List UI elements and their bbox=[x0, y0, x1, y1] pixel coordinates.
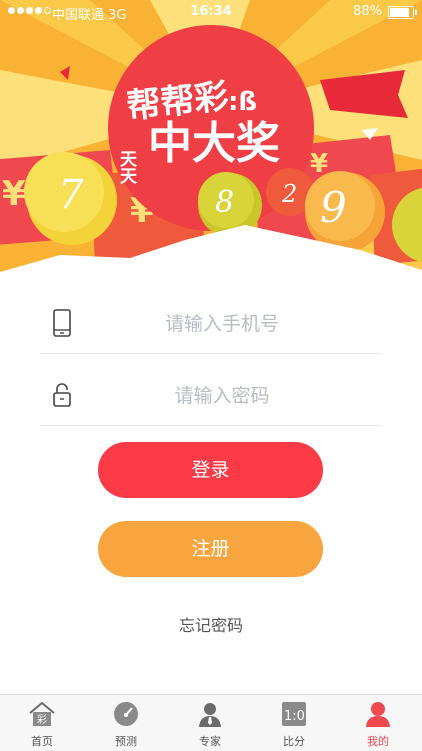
gauge-icon bbox=[114, 702, 138, 726]
forgot-password-link[interactable]: 忘记密码 bbox=[0, 612, 422, 636]
profile-icon bbox=[366, 702, 390, 727]
phone-input[interactable] bbox=[100, 307, 344, 341]
password-input[interactable] bbox=[100, 379, 344, 413]
tab-bar: 彩 首页 预测 专家 1:0 比分 我的 bbox=[0, 694, 422, 751]
lottery-ball-number: 7 bbox=[58, 172, 84, 218]
logo-subtitle-small: 天天 bbox=[116, 150, 137, 185]
banner-illustration: ¥ ¥ ¥ 帮帮彩 :ß 天天 中大奖 7 8 2 9 bbox=[0, 0, 422, 300]
phone-icon bbox=[53, 309, 71, 337]
svg-text:彩: 彩 bbox=[37, 714, 47, 726]
coin-symbol: ¥ bbox=[2, 174, 26, 214]
lottery-ball-number: 8 bbox=[215, 185, 234, 220]
tab-score[interactable]: 1:0 比分 bbox=[252, 695, 336, 751]
tab-label: 我的 bbox=[367, 735, 389, 748]
tab-expert[interactable]: 专家 bbox=[168, 695, 252, 751]
tab-home[interactable]: 彩 首页 bbox=[0, 695, 84, 751]
logo-mark: :ß bbox=[228, 87, 257, 117]
battery-percentage: 88% bbox=[353, 4, 382, 19]
home-icon: 彩 bbox=[29, 701, 55, 726]
login-button[interactable]: 登录 bbox=[98, 442, 323, 498]
hero-banner: ¥ ¥ ¥ 帮帮彩 :ß 天天 中大奖 7 8 2 9 bbox=[0, 0, 422, 300]
password-field bbox=[40, 365, 382, 426]
battery-icon bbox=[388, 6, 417, 19]
lottery-ball-number: 9 bbox=[320, 183, 347, 232]
logo-subtitle: 中大奖 bbox=[148, 118, 280, 169]
tab-predict[interactable]: 预测 bbox=[84, 695, 168, 751]
status-bar: 中国联通 3G 16:34 88% bbox=[0, 0, 422, 24]
phone-field bbox=[40, 293, 382, 354]
tab-mine[interactable]: 我的 bbox=[336, 695, 420, 751]
scoreboard-icon: 1:0 bbox=[282, 702, 306, 726]
tab-label: 专家 bbox=[199, 735, 221, 748]
lock-icon bbox=[53, 383, 71, 407]
register-button[interactable]: 注册 bbox=[98, 521, 323, 577]
tab-label: 预测 bbox=[115, 735, 137, 748]
expert-icon bbox=[199, 703, 221, 727]
lottery-ball-number: 2 bbox=[281, 180, 297, 208]
tab-label: 比分 bbox=[283, 735, 305, 748]
tab-label: 首页 bbox=[31, 735, 53, 748]
svg-text:1:0: 1:0 bbox=[284, 709, 305, 724]
